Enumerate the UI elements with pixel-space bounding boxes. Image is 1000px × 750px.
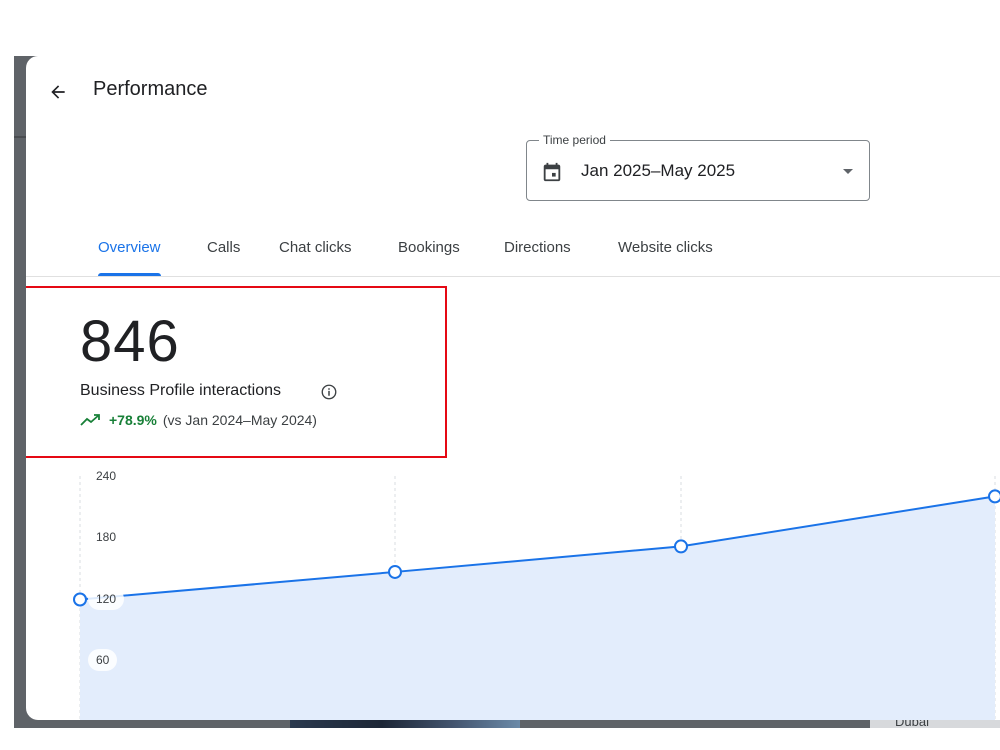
y-tick-label: 60	[88, 648, 118, 671]
tab-calls[interactable]: Calls	[207, 239, 240, 276]
y-tick-label: 180	[88, 526, 125, 549]
time-period-select[interactable]: Time period Jan 2025–May 2025	[526, 133, 870, 201]
tab-website-clicks[interactable]: Website clicks	[618, 239, 713, 276]
y-tick-label: 120	[88, 587, 125, 610]
interactions-chart	[73, 476, 1000, 720]
trend-row: +78.9% (vs Jan 2024–May 2024)	[80, 412, 317, 428]
arrow-left-icon	[51, 85, 65, 99]
trending-up-icon	[80, 414, 100, 426]
metric-value: 846	[80, 309, 180, 374]
data-point[interactable]	[674, 539, 688, 554]
trend-change: +78.9%	[109, 412, 157, 428]
trend-comparison: (vs Jan 2024–May 2024)	[162, 412, 317, 428]
data-point[interactable]	[988, 489, 1000, 504]
tab-bookings[interactable]: Bookings	[398, 239, 460, 276]
page-title: Performance	[93, 78, 208, 100]
data-point[interactable]	[73, 592, 87, 607]
tab-bar: Overview Calls Chat clicks Bookings Dire…	[26, 228, 1000, 277]
time-period-label: Time period	[539, 133, 610, 147]
chevron-down-icon	[843, 169, 853, 174]
panel-header: Performance	[26, 56, 1000, 126]
info-icon[interactable]	[320, 383, 338, 401]
tab-overview[interactable]: Overview	[98, 239, 161, 276]
time-period-value: Jan 2025–May 2025	[581, 161, 736, 180]
metric-label: Business Profile interactions	[80, 382, 281, 399]
back-button[interactable]	[40, 74, 76, 110]
data-point[interactable]	[388, 564, 402, 579]
tab-chat-clicks[interactable]: Chat clicks	[279, 239, 352, 276]
calendar-icon	[543, 162, 561, 182]
performance-panel: Performance Time period Jan 2025–May 202…	[26, 56, 1000, 720]
tab-directions[interactable]: Directions	[504, 239, 571, 276]
series-area	[80, 496, 995, 720]
y-tick-label: 240	[88, 465, 125, 487]
